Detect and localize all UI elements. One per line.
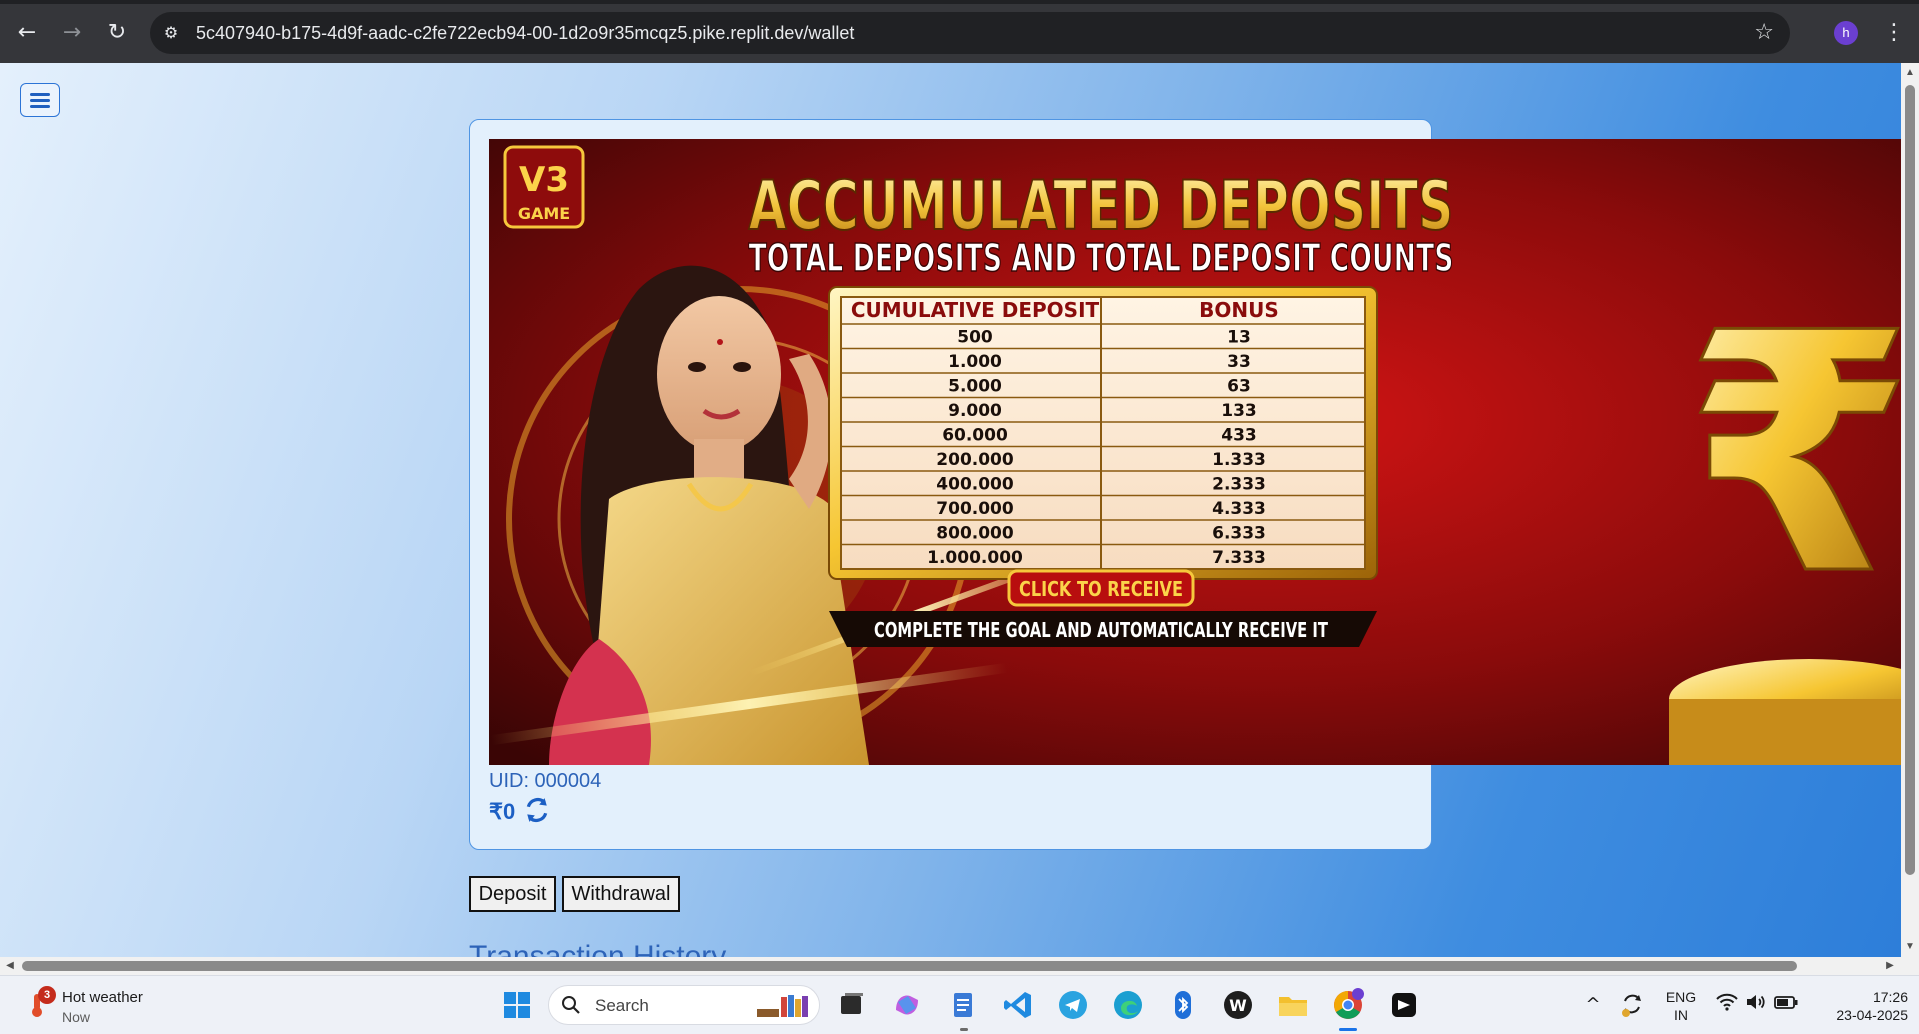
bluetooth-icon[interactable]: [1166, 988, 1200, 1022]
weather-title: Hot weather: [62, 989, 143, 1006]
notification-badge: 3: [38, 986, 56, 1004]
bookmark-star-icon[interactable]: ☆: [1754, 20, 1774, 45]
table-cell-bonus: 133: [1221, 401, 1257, 421]
windows-start-icon[interactable]: [500, 988, 534, 1022]
browser-menu-icon[interactable]: ⋮: [1882, 18, 1906, 48]
scroll-down-arrow-icon[interactable]: ▼: [1904, 941, 1916, 953]
logo-top-text: V3: [519, 160, 569, 200]
promo-banner[interactable]: V3 GAME ACCUMULATED DEPOSITS TOTAL DEPOS…: [489, 139, 1901, 765]
scroll-left-arrow-icon[interactable]: ◀: [4, 960, 16, 972]
volume-icon[interactable]: [1744, 990, 1768, 1014]
svg-text:W: W: [1229, 996, 1247, 1015]
wps-icon[interactable]: W: [1221, 988, 1255, 1022]
url-text[interactable]: 5c407940-b175-4d9f-aadc-c2fe722ecb94-00-…: [196, 23, 854, 44]
address-bar[interactable]: ⚙ 5c407940-b175-4d9f-aadc-c2fe722ecb94-0…: [150, 12, 1790, 54]
system-clock[interactable]: 17:26 23-04-2025: [1808, 988, 1908, 1024]
deposit-button[interactable]: Deposit: [469, 876, 556, 912]
weather-subtitle: Now: [62, 1009, 91, 1025]
wallet-balance: ₹0: [489, 799, 516, 824]
table-cell-deposit: 700.000: [936, 499, 1014, 519]
table-cell-bonus: 33: [1227, 352, 1251, 372]
vertical-scrollbar[interactable]: ▲ ▼: [1901, 63, 1919, 957]
scroll-right-arrow-icon[interactable]: ▶: [1884, 960, 1896, 972]
logo-bottom-text: GAME: [518, 204, 570, 223]
promo-banner-art: V3 GAME ACCUMULATED DEPOSITS TOTAL DEPOS…: [489, 139, 1901, 765]
telegram-icon[interactable]: [1056, 988, 1090, 1022]
banner-headline: ACCUMULATED DEPOSITS: [749, 167, 1454, 246]
taskbar-search[interactable]: Search: [548, 985, 820, 1025]
table-header-deposit: CUMULATIVE DEPOSIT: [851, 298, 1100, 322]
table-cell-deposit: 400.000: [936, 474, 1014, 494]
wifi-icon[interactable]: [1715, 990, 1739, 1014]
notepad-icon[interactable]: [946, 988, 980, 1022]
search-highlight-books-icon: [757, 995, 808, 1017]
table-cell-deposit: 1.000.000: [927, 548, 1023, 568]
hamburger-menu-button[interactable]: [20, 83, 60, 117]
browser-toolbar: ← → ↻ ⚙ 5c407940-b175-4d9f-aadc-c2fe722e…: [0, 0, 1919, 63]
language-indicator[interactable]: ENG IN: [1663, 988, 1699, 1024]
windows-taskbar: 3 Hot weather Now Search W ^ ENG IN 17:2…: [0, 975, 1919, 1034]
tray-overflow-chevron-icon[interactable]: ^: [1578, 990, 1608, 1020]
profile-avatar[interactable]: h: [1834, 21, 1858, 45]
edge-icon[interactable]: [1111, 988, 1145, 1022]
sync-icon[interactable]: [1617, 989, 1647, 1019]
search-icon: [562, 996, 580, 1014]
copilot-icon[interactable]: [890, 988, 924, 1022]
banner-subheadline: TOTAL DEPOSITS AND TOTAL DEPOSIT COUNTS: [749, 236, 1454, 280]
horizontal-scroll-thumb[interactable]: [22, 961, 1797, 971]
transaction-history-heading: Transaction History: [469, 940, 727, 957]
table-cell-bonus: 4.333: [1212, 499, 1266, 519]
table-cell-bonus: 2.333: [1212, 474, 1266, 494]
language-code: ENG: [1665, 989, 1697, 1005]
vertical-scroll-thumb[interactable]: [1905, 85, 1915, 875]
site-info-icon[interactable]: ⚙: [160, 22, 182, 44]
table-cell-bonus: 63: [1227, 376, 1251, 396]
uid-label: UID: 000004: [489, 770, 602, 792]
table-cell-deposit: 60.000: [942, 425, 1008, 445]
region-code: IN: [1674, 1007, 1688, 1023]
table-cell-bonus: 433: [1221, 425, 1257, 445]
table-header-bonus: BONUS: [1199, 298, 1279, 322]
table-cell-bonus: 1.333: [1212, 450, 1266, 470]
forward-icon[interactable]: →: [57, 18, 87, 48]
withdrawal-button[interactable]: Withdrawal: [562, 876, 680, 912]
table-cell-deposit: 500: [957, 327, 993, 347]
notepad-running-indicator: [960, 1028, 968, 1031]
rupee-sign-icon: ₹: [1684, 263, 1901, 647]
banner-footer: COMPLETE THE GOAL AND AUTOMATICALLY RECE…: [874, 618, 1328, 642]
table-cell-deposit: 800.000: [936, 523, 1014, 543]
task-view-icon[interactable]: [835, 988, 869, 1022]
clock-date: 23-04-2025: [1836, 1007, 1908, 1023]
scroll-up-arrow-icon[interactable]: ▲: [1904, 67, 1916, 79]
table-cell-deposit: 200.000: [936, 450, 1014, 470]
capcut-icon[interactable]: [1387, 988, 1421, 1022]
weather-widget[interactable]: 3 Hot weather Now: [24, 986, 224, 1028]
back-icon[interactable]: ←: [12, 18, 42, 48]
table-cell-bonus: 6.333: [1212, 523, 1266, 543]
vscode-icon[interactable]: [1001, 988, 1035, 1022]
table-cell-bonus: 13: [1227, 327, 1251, 347]
table-cell-deposit: 5.000: [948, 376, 1002, 396]
clock-time: 17:26: [1872, 989, 1908, 1005]
horizontal-scrollbar[interactable]: ◀ ▶: [0, 957, 1919, 975]
search-label: Search: [595, 996, 649, 1015]
tab-strip: [0, 0, 1919, 4]
table-cell-deposit: 1.000: [948, 352, 1002, 372]
reload-icon[interactable]: ↻: [102, 18, 132, 48]
table-cell-deposit: 9.000: [948, 401, 1002, 421]
chrome-icon[interactable]: [1331, 988, 1365, 1022]
table-cell-bonus: 7.333: [1212, 548, 1266, 568]
page-viewport: V3 GAME ACCUMULATED DEPOSITS TOTAL DEPOS…: [0, 63, 1901, 957]
banner-cta: CLICK TO RECEIVE: [1019, 577, 1183, 601]
refresh-balance-icon[interactable]: [524, 797, 550, 823]
battery-icon[interactable]: [1773, 990, 1799, 1014]
file-explorer-icon[interactable]: [1276, 988, 1310, 1022]
chrome-active-indicator: [1339, 1028, 1357, 1031]
